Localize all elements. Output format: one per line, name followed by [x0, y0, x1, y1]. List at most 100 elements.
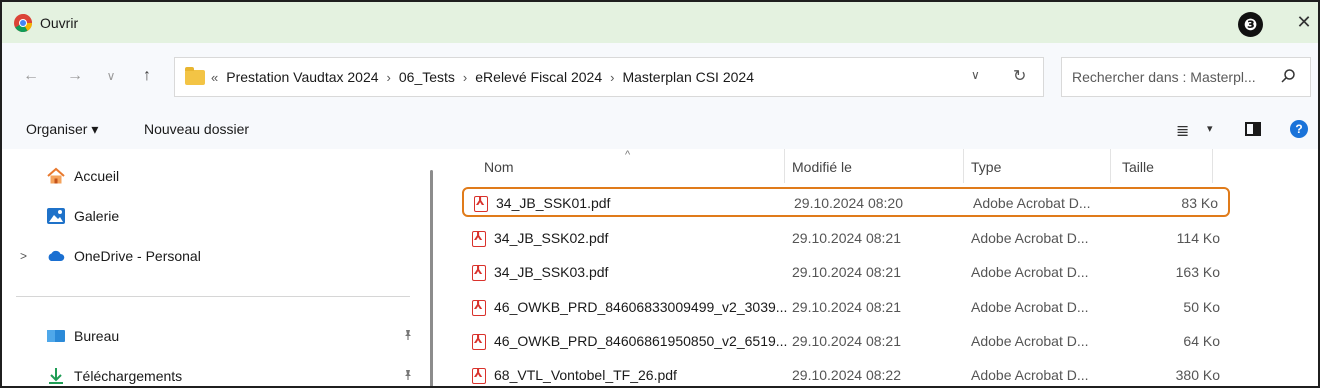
file-row[interactable]: 68_VTL_Vontobel_TF_26.pdf 29.10.2024 08:…: [462, 361, 1230, 386]
chevron-right-icon[interactable]: ›: [387, 70, 391, 85]
file-size: 83 Ko: [1181, 195, 1218, 211]
file-size: 163 Ko: [1175, 264, 1220, 280]
view-dropdown-icon[interactable]: ▾: [1207, 122, 1213, 135]
sidebar-item-label: Bureau: [74, 328, 120, 344]
sidebar-item-galerie[interactable]: Galerie: [46, 203, 119, 229]
search-icon[interactable]: [1280, 68, 1296, 84]
file-list: ^ Nom Modifié le Type Taille 34_JB_SSK01…: [442, 149, 1318, 386]
file-type: Adobe Acrobat D...: [971, 264, 1089, 280]
pdf-file-icon: [472, 230, 486, 247]
back-button[interactable]: ←: [20, 65, 42, 87]
desktop-icon: [46, 327, 66, 345]
column-divider[interactable]: [1212, 149, 1213, 183]
file-name: 46_OWKB_PRD_84606833009499_v2_3039...: [494, 299, 788, 315]
command-bar: Organiser ▾ Nouveau dossier ≣ ▾ ?: [2, 109, 1318, 149]
folder-icon: [185, 66, 205, 85]
pdf-file-icon: [472, 333, 486, 350]
file-size: 50 Ko: [1183, 299, 1220, 315]
sidebar-item-label: OneDrive - Personal: [74, 248, 201, 264]
pdf-file-icon: [472, 367, 486, 384]
view-options-icon[interactable]: ≣: [1176, 121, 1189, 141]
breadcrumb-overflow[interactable]: «: [211, 70, 218, 85]
new-folder-button[interactable]: Nouveau dossier: [144, 121, 249, 137]
home-icon: [46, 167, 66, 185]
sidebar-divider: [16, 296, 410, 297]
sidebar-item-label: Galerie: [74, 208, 120, 224]
file-name: 34_JB_SSK03.pdf: [494, 264, 609, 280]
sidebar-item-bureau[interactable]: Bureau: [46, 323, 119, 349]
search-input[interactable]: [1072, 69, 1272, 85]
sort-ascending-icon: ^: [625, 149, 631, 161]
sidebar-item-onedrive[interactable]: OneDrive - Personal: [46, 243, 201, 269]
file-type: Adobe Acrobat D...: [973, 195, 1091, 211]
column-header-name[interactable]: Nom: [484, 159, 514, 175]
file-modified: 29.10.2024 08:21: [792, 333, 901, 349]
chevron-right-icon[interactable]: ›: [610, 70, 614, 85]
file-modified: 29.10.2024 08:21: [792, 264, 901, 280]
file-modified: 29.10.2024 08:21: [792, 230, 901, 246]
window-title: Ouvrir: [40, 14, 79, 31]
address-bar[interactable]: « Prestation Vaudtax 2024 › 06_Tests › e…: [174, 57, 1044, 97]
column-header-size[interactable]: Taille: [1122, 159, 1154, 175]
sidebar-item-accueil[interactable]: Accueil: [46, 163, 119, 189]
pdf-file-icon: [472, 264, 486, 281]
forward-button[interactable]: →: [64, 65, 86, 87]
open-file-dialog: Ouvrir ❸ ✕ ← → ∨ ↑ « Prestation Vaudtax …: [0, 0, 1320, 388]
navigation-bar: ← → ∨ ↑ « Prestation Vaudtax 2024 › 06_T…: [2, 43, 1318, 109]
help-icon[interactable]: ?: [1290, 120, 1308, 138]
file-type: Adobe Acrobat D...: [971, 333, 1089, 349]
sidebar-item-telechargements[interactable]: Téléchargements: [46, 363, 183, 386]
file-size: 114 Ko: [1176, 230, 1220, 246]
close-button[interactable]: ✕: [1292, 10, 1316, 34]
column-header-type[interactable]: Type: [971, 159, 1001, 175]
pdf-file-icon: [474, 195, 488, 212]
column-header-modified[interactable]: Modifié le: [792, 159, 852, 175]
breadcrumb-item[interactable]: Prestation Vaudtax 2024: [226, 69, 378, 85]
file-name: 68_VTL_Vontobel_TF_26.pdf: [494, 367, 677, 383]
file-type: Adobe Acrobat D...: [971, 299, 1089, 315]
breadcrumb-item[interactable]: eRelevé Fiscal 2024: [475, 69, 602, 85]
up-button[interactable]: ↑: [136, 65, 158, 87]
file-row[interactable]: 34_JB_SSK03.pdf 29.10.2024 08:21 Adobe A…: [462, 258, 1230, 288]
file-modified: 29.10.2024 08:21: [792, 299, 901, 315]
file-row[interactable]: 46_OWKB_PRD_84606861950850_v2_6519... 29…: [462, 327, 1230, 357]
file-name: 46_OWKB_PRD_84606861950850_v2_6519...: [494, 333, 788, 349]
file-name: 34_JB_SSK02.pdf: [494, 230, 609, 246]
chevron-right-icon[interactable]: ›: [463, 70, 467, 85]
file-modified: 29.10.2024 08:20: [794, 195, 903, 211]
file-name: 34_JB_SSK01.pdf: [496, 195, 611, 211]
breadcrumb-item[interactable]: Masterplan CSI 2024: [622, 69, 754, 85]
file-type: Adobe Acrobat D...: [971, 230, 1089, 246]
recent-locations-button[interactable]: ∨: [100, 65, 122, 87]
gallery-icon: [46, 207, 66, 225]
file-size: 380 Ko: [1175, 367, 1220, 383]
column-divider[interactable]: [1110, 149, 1111, 183]
file-row[interactable]: 34_JB_SSK01.pdf 29.10.2024 08:20 Adobe A…: [462, 187, 1230, 217]
step-badge: ❸: [1238, 12, 1263, 37]
column-divider[interactable]: [784, 149, 785, 183]
preview-pane-icon[interactable]: [1245, 122, 1261, 136]
sidebar-item-label: Accueil: [74, 168, 120, 184]
chrome-icon: [14, 13, 33, 32]
organise-menu-button[interactable]: Organiser ▾: [26, 121, 98, 138]
file-type: Adobe Acrobat D...: [971, 367, 1089, 383]
file-row[interactable]: 34_JB_SSK02.pdf 29.10.2024 08:21 Adobe A…: [462, 224, 1230, 254]
sidebar-item-label: Téléchargements: [74, 368, 183, 384]
pdf-file-icon: [472, 299, 486, 316]
navigation-pane: Accueil Galerie > OneDrive - Personal Bu…: [2, 149, 442, 386]
pin-icon[interactable]: [402, 329, 414, 344]
search-box[interactable]: [1061, 57, 1311, 97]
title-bar: Ouvrir: [2, 2, 1318, 43]
address-dropdown-button[interactable]: ∨: [971, 68, 980, 82]
file-row[interactable]: 46_OWKB_PRD_84606833009499_v2_3039... 29…: [462, 293, 1230, 323]
pin-icon[interactable]: [402, 369, 414, 384]
file-size: 64 Ko: [1183, 333, 1220, 349]
file-modified: 29.10.2024 08:22: [792, 367, 901, 383]
expand-onedrive-icon[interactable]: >: [20, 249, 27, 263]
breadcrumb-item[interactable]: 06_Tests: [399, 69, 455, 85]
sidebar-scrollbar[interactable]: [430, 170, 433, 386]
column-divider[interactable]: [963, 149, 964, 183]
refresh-button[interactable]: ↻: [1013, 66, 1026, 86]
cloud-icon: [46, 247, 66, 265]
download-icon: [46, 367, 66, 385]
